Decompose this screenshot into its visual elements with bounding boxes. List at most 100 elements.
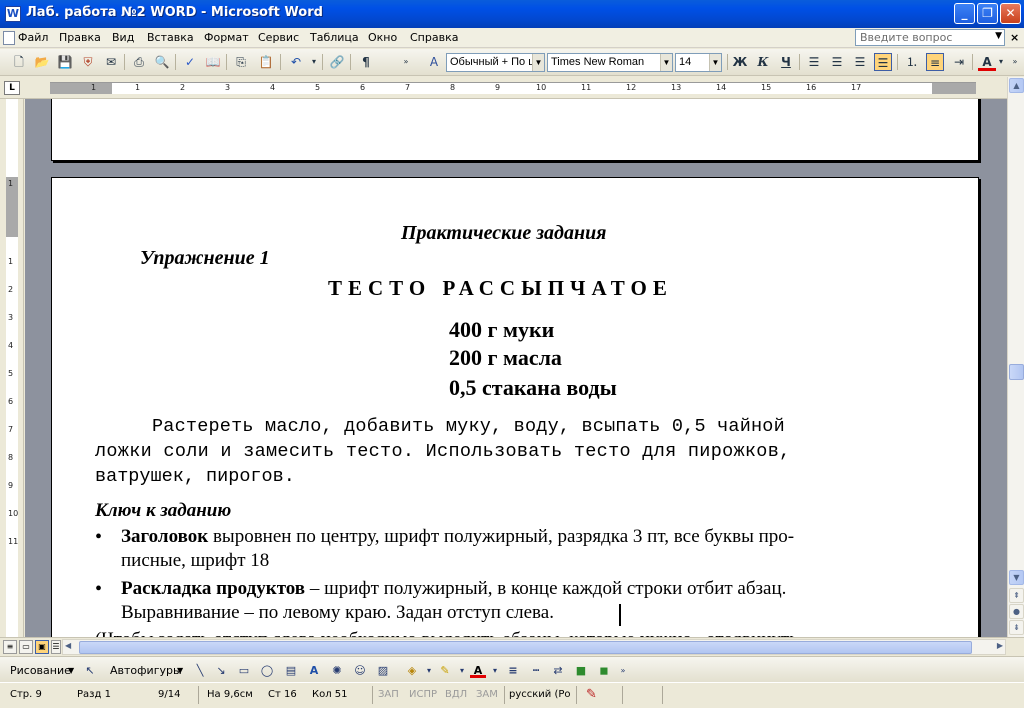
chevron-down-icon[interactable]: ▼ (532, 54, 544, 71)
menu-edit[interactable]: Правка (59, 31, 101, 44)
chevron-down-icon[interactable]: ▾ (421, 663, 437, 678)
spelling-status-icon[interactable]: ✎ (586, 687, 597, 702)
italic-button[interactable]: К (754, 53, 772, 71)
justify-icon[interactable]: ☰ (874, 53, 892, 71)
font-color-dropdown-icon[interactable]: ▾ (996, 53, 1006, 71)
chevron-down-icon[interactable]: ▼ (177, 666, 183, 675)
scroll-left-icon[interactable]: ◀ (65, 641, 71, 650)
email-icon[interactable]: ✉ (102, 53, 120, 71)
status-track-changes[interactable]: ИСПР (409, 689, 437, 700)
draw-menu-button[interactable]: Рисование (10, 664, 71, 677)
menu-table[interactable]: Таблица (310, 31, 359, 44)
tab-selector-icon[interactable]: L (4, 81, 20, 95)
font-color-icon[interactable]: A (470, 663, 486, 678)
numbering-icon[interactable]: ⒈ (903, 53, 921, 71)
line-color-icon[interactable]: ✎ (437, 663, 453, 678)
chevron-down-icon[interactable]: ▼ (995, 31, 1002, 41)
font-color-button[interactable]: A (978, 53, 996, 71)
toolbar-options-icon[interactable]: » (400, 53, 412, 71)
menu-insert[interactable]: Вставка (147, 31, 194, 44)
show-formatting-icon[interactable]: ¶ (357, 53, 375, 71)
status-record-macro[interactable]: ЗАП (378, 689, 399, 700)
fill-color-icon[interactable]: ◈ (404, 663, 420, 678)
vertical-ruler[interactable]: 1 1 2 3 4 5 6 7 8 9 10 11 (0, 99, 24, 637)
oval-icon[interactable]: ◯ (259, 663, 275, 678)
research-icon[interactable]: 📖 (204, 53, 222, 71)
print-icon[interactable]: ⎙ (130, 53, 148, 71)
horizontal-ruler[interactable]: L 1 1 2 3 4 5 6 7 8 9 10 11 12 13 14 15 … (0, 77, 1024, 99)
vertical-scrollbar[interactable]: ▲ ▼ ⇞ ● ⇟ (1007, 77, 1024, 637)
text-box-icon[interactable]: ▤ (283, 663, 299, 678)
clipart-icon[interactable]: ☺ (352, 663, 368, 678)
3d-style-icon[interactable]: ◼ (596, 663, 612, 678)
document-icon[interactable] (3, 31, 15, 45)
scroll-down-icon[interactable]: ▼ (1009, 570, 1024, 585)
chevron-down-icon[interactable]: ▼ (68, 666, 74, 675)
picture-icon[interactable]: ▨ (375, 663, 391, 678)
scroll-up-icon[interactable]: ▲ (1009, 78, 1024, 93)
status-overtype[interactable]: ЗАМ (476, 689, 498, 700)
menu-view[interactable]: Вид (112, 31, 134, 44)
line-style-icon[interactable]: ≡ (505, 663, 521, 678)
underline-button[interactable]: Ч (777, 53, 795, 71)
save-icon[interactable]: 💾 (56, 53, 74, 71)
menu-format[interactable]: Формат (204, 31, 249, 44)
spelling-icon[interactable]: ✓ (181, 53, 199, 71)
undo-icon[interactable]: ↶ (287, 53, 305, 71)
bullets-icon[interactable]: ≡ (926, 53, 944, 71)
chevron-down-icon[interactable]: ▾ (454, 663, 470, 678)
font-combo[interactable]: Times New Roman ▼ (547, 53, 673, 72)
close-button[interactable]: ✕ (1000, 3, 1021, 24)
permission-icon[interactable]: ⛨ (79, 53, 97, 71)
bold-button[interactable]: Ж (731, 53, 749, 71)
previous-page-icon[interactable]: ⇞ (1009, 588, 1024, 603)
dash-style-icon[interactable]: ┅ (528, 663, 544, 678)
new-document-icon[interactable]: 🗋 (10, 53, 28, 71)
previous-page[interactable] (51, 99, 979, 161)
status-extend[interactable]: ВДЛ (445, 689, 467, 700)
web-view-icon[interactable]: ▭ (19, 640, 33, 654)
word-app-icon[interactable]: W (5, 6, 21, 22)
chevron-down-icon[interactable]: ▾ (487, 663, 503, 678)
indent-icon[interactable]: ⇥ (950, 53, 968, 71)
print-layout-icon[interactable]: ▣ (35, 640, 49, 654)
outline-view-icon[interactable]: ☰ (51, 640, 61, 654)
maximize-button[interactable]: ❐ (977, 3, 998, 24)
select-objects-icon[interactable]: ↖ (82, 663, 98, 678)
menu-help[interactable]: Справка (410, 31, 458, 44)
scroll-right-icon[interactable]: ▶ (997, 641, 1003, 650)
help-question-input[interactable]: Введите вопрос ▼ (855, 29, 1005, 46)
current-page[interactable]: Практические задания Упражнение 1 ТЕСТО … (51, 177, 979, 637)
align-right-icon[interactable]: ☰ (851, 53, 869, 71)
normal-view-icon[interactable]: ≡ (3, 640, 17, 654)
scroll-thumb[interactable] (1009, 364, 1024, 380)
arrow-style-icon[interactable]: ⇄ (550, 663, 566, 678)
styles-formatting-icon[interactable]: A (425, 53, 443, 71)
print-preview-icon[interactable]: 🔍 (153, 53, 171, 71)
document-close-button[interactable]: × (1010, 31, 1019, 44)
line-icon[interactable]: ╲ (192, 663, 208, 678)
shadow-style-icon[interactable]: ■ (573, 663, 589, 678)
minimize-button[interactable]: _ (954, 3, 975, 24)
paste-icon[interactable]: 📋 (257, 53, 275, 71)
browse-object-icon[interactable]: ● (1009, 604, 1024, 619)
next-page-icon[interactable]: ⇟ (1009, 620, 1024, 635)
align-left-icon[interactable]: ☰ (805, 53, 823, 71)
rectangle-icon[interactable]: ▭ (236, 663, 252, 678)
menu-window[interactable]: Окно (368, 31, 397, 44)
open-folder-icon[interactable]: 📂 (33, 53, 51, 71)
menu-tools[interactable]: Сервис (258, 31, 299, 44)
wordart-icon[interactable]: A (306, 663, 322, 678)
chevron-down-icon[interactable]: ▼ (709, 54, 721, 71)
autoshapes-menu-button[interactable]: Автофигуры (110, 664, 182, 677)
horizontal-scroll-thumb[interactable] (79, 641, 972, 654)
toolbar-options-icon[interactable]: » (1010, 53, 1020, 71)
font-size-combo[interactable]: 14 ▼ (675, 53, 722, 72)
align-center-icon[interactable]: ☰ (828, 53, 846, 71)
ruler-scale[interactable]: 1 1 2 3 4 5 6 7 8 9 10 11 12 13 14 15 16… (50, 82, 976, 94)
arrow-icon[interactable]: ↘ (213, 663, 229, 678)
menu-file[interactable]: Файл (18, 31, 48, 44)
horizontal-scrollbar[interactable]: ◀ ▶ (62, 639, 1006, 655)
copy-icon[interactable]: ⎘ (232, 53, 250, 71)
style-combo[interactable]: Обычный + По ц ▼ (446, 53, 545, 72)
